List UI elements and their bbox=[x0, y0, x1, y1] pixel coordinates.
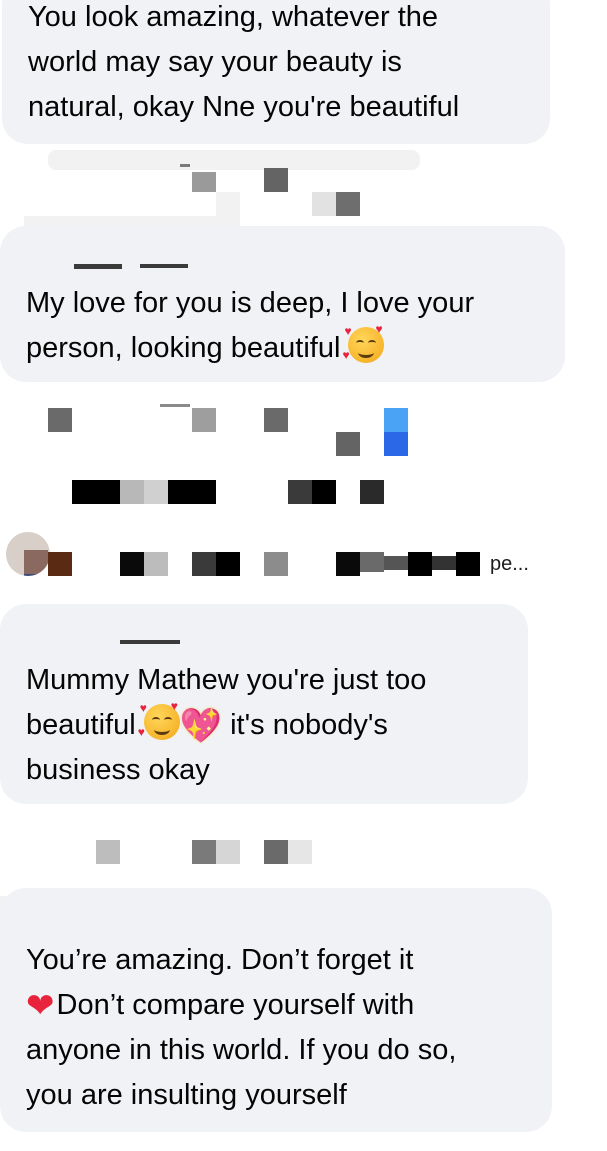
comment-text-2: My love for you is deep, I love your per… bbox=[26, 281, 547, 371]
red-heart-icon: ❤ bbox=[26, 987, 55, 1025]
comment-bubble-3[interactable]: Mummy Mathew you're just too beautiful ♥… bbox=[0, 604, 528, 804]
comment-text-4-line1: You’re amazing. Don’t forget it bbox=[26, 944, 414, 976]
comment-text-3-line2: beautiful ♥ ♥ ♥ 💖 it's nobody's bbox=[26, 699, 510, 748]
sparkling-heart-icon: 💖 bbox=[179, 707, 223, 745]
comment-text-2-body: My love for you is deep, I love your per… bbox=[26, 287, 475, 364]
comment-text-4-line3: anyone in this world. If you do so, bbox=[26, 1034, 457, 1066]
comment-text-3-line2-start: beautiful bbox=[26, 709, 144, 741]
comment-text-3-line1: Mummy Mathew you're just too bbox=[26, 664, 427, 696]
comment-bubble-1[interactable]: You look amazing, whatever the world may… bbox=[2, 0, 550, 144]
commenter-name-fragment[interactable]: pe... bbox=[490, 553, 529, 575]
comment-bubble-2[interactable]: My love for you is deep, I love your per… bbox=[0, 226, 565, 382]
comment-text-4-line2: ❤Don’t compare yourself with bbox=[26, 983, 534, 1028]
smiling-face-with-hearts-icon: ♥ ♥ ♥ bbox=[342, 322, 385, 363]
comment-text-3-line2-end: it's nobody's bbox=[222, 709, 388, 741]
smiling-face-with-hearts-icon: ♥ ♥ ♥ bbox=[137, 699, 180, 740]
comment-text-4-line2-text: Don’t compare yourself with bbox=[56, 989, 415, 1021]
comment-bubble-4[interactable]: You’re amazing. Don’t forget it ❤Don’t c… bbox=[0, 888, 552, 1132]
comment-text-4-line4: you are insulting yourself bbox=[26, 1079, 347, 1111]
comment-text-1: You look amazing, whatever the world may… bbox=[28, 1, 460, 123]
avatar[interactable] bbox=[6, 532, 50, 576]
comment-text-3-line3: business okay bbox=[26, 754, 210, 786]
